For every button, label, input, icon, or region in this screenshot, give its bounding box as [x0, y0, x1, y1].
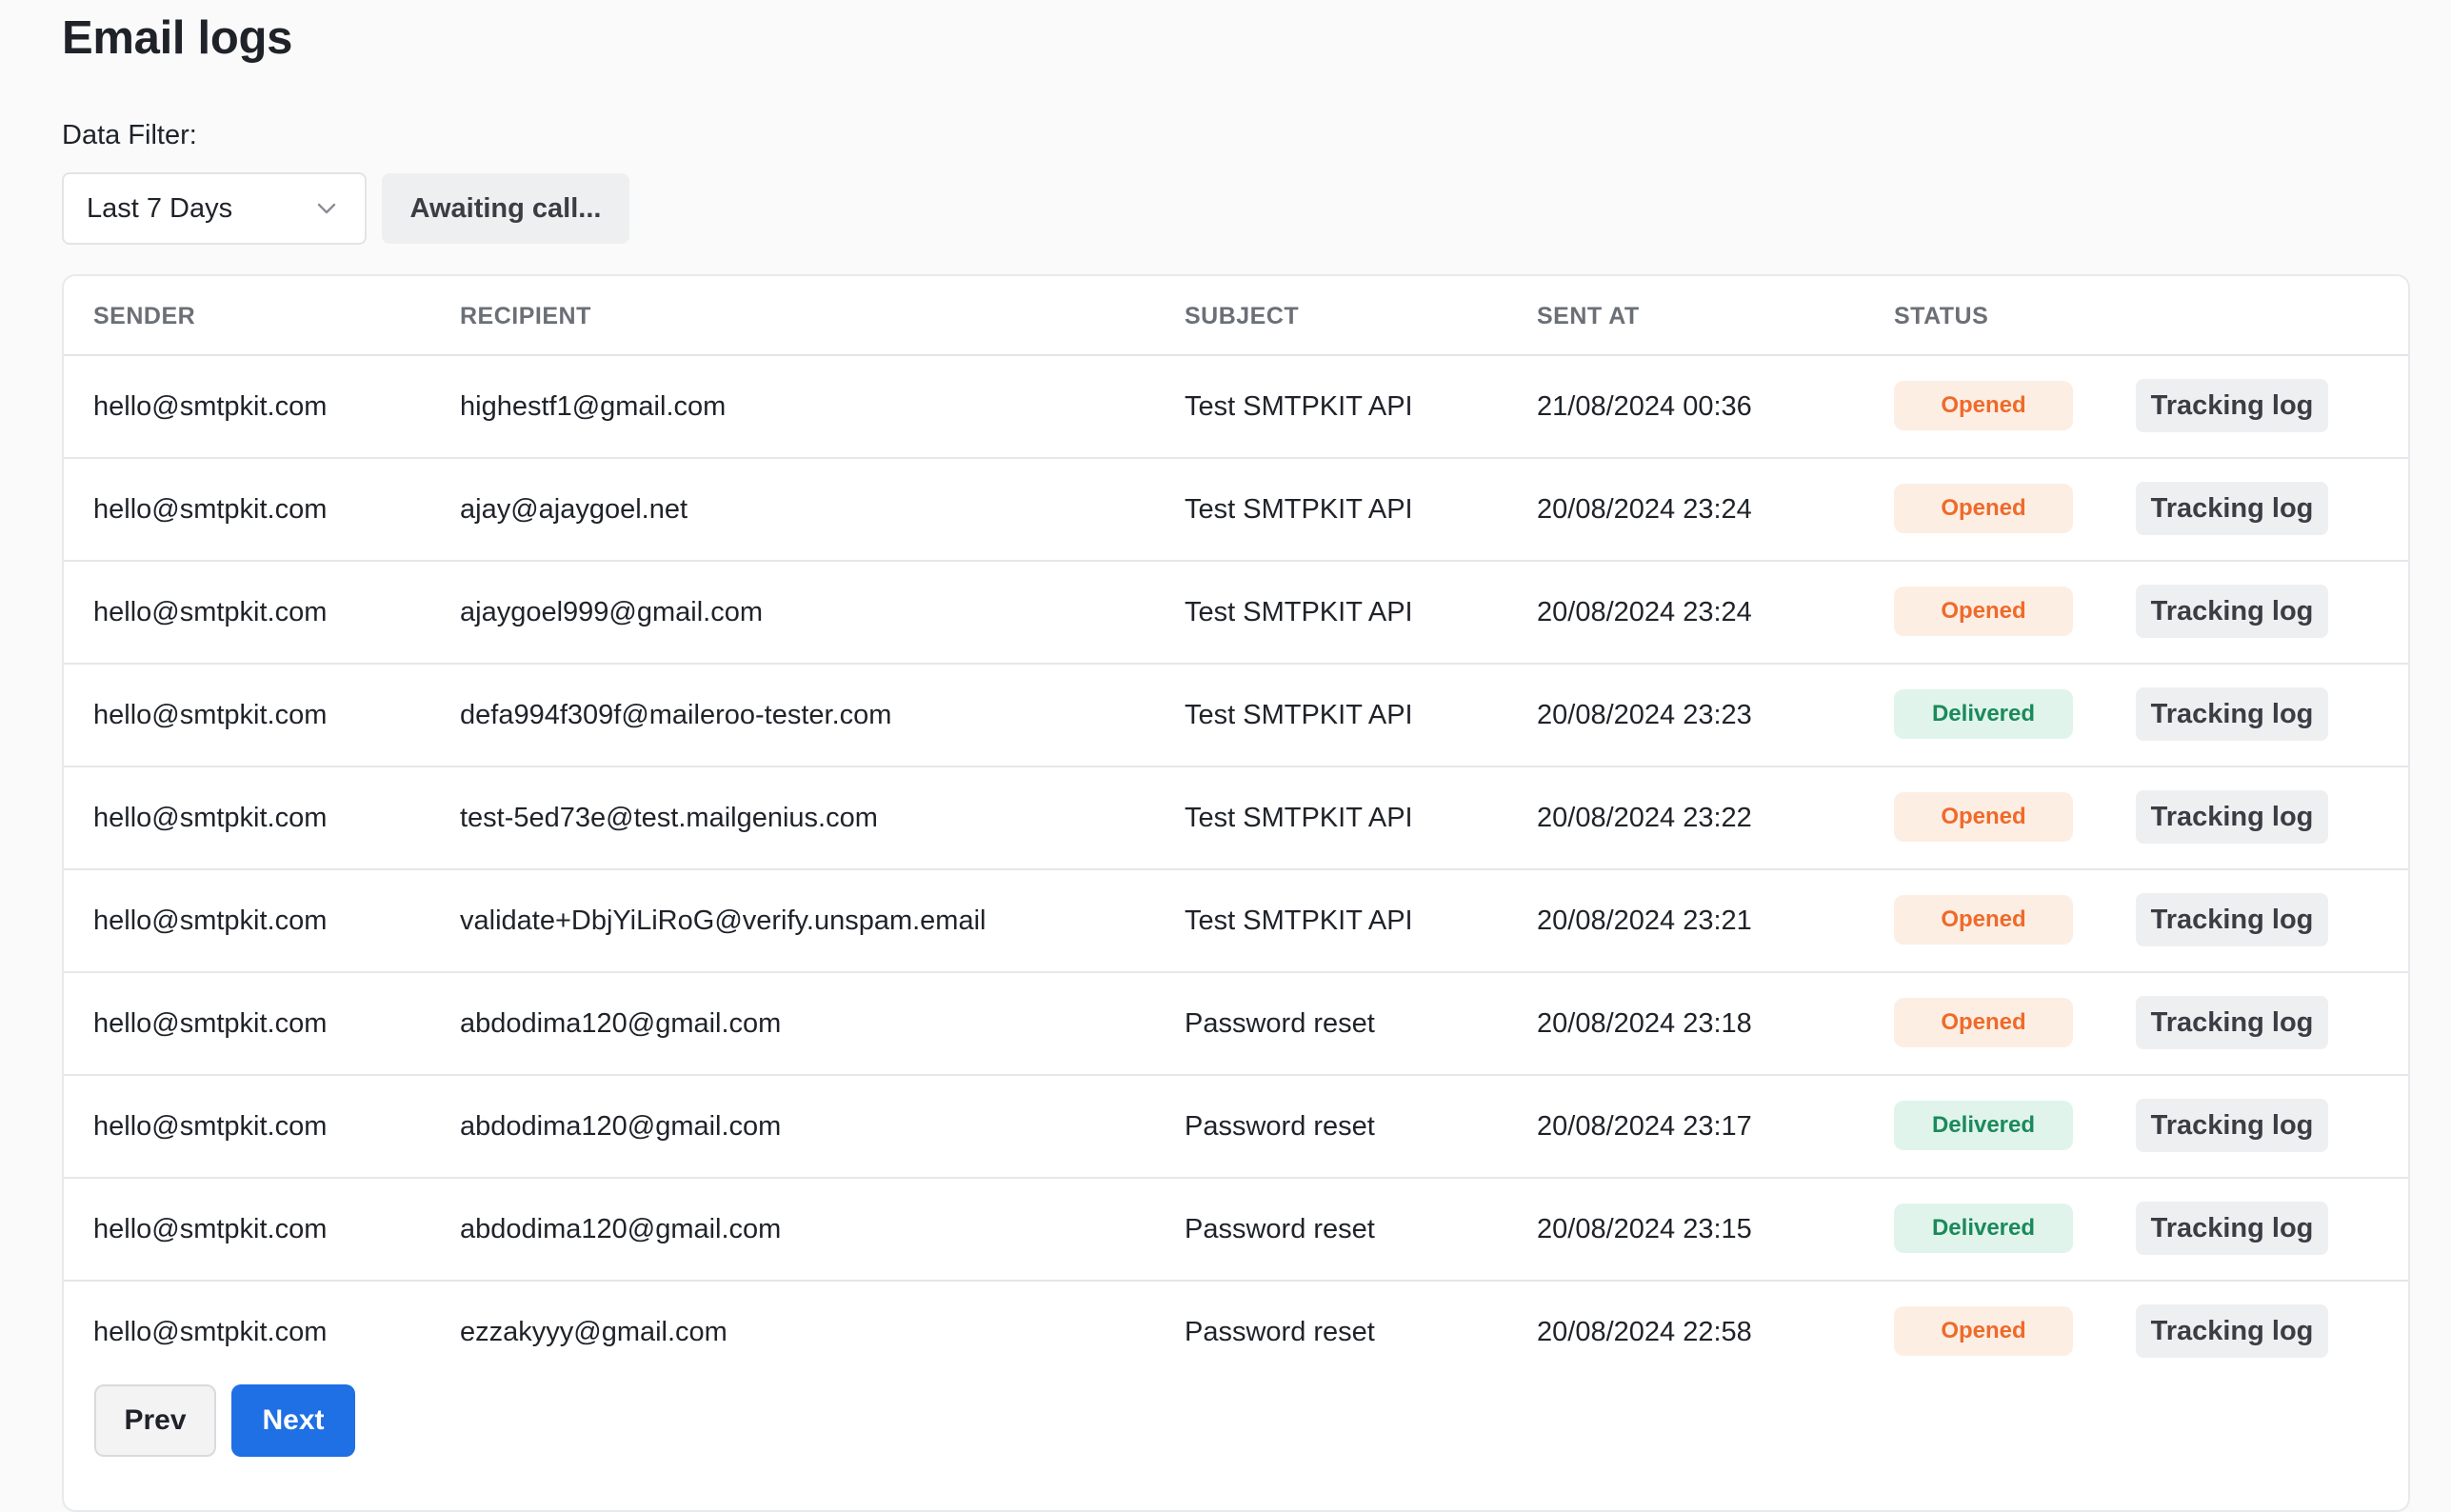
sender-cell: hello@smtpkit.com — [93, 391, 328, 422]
date-range-select-value: Last 7 Days — [87, 192, 233, 224]
recipient-cell: validate+DbjYiLiRoG@verify.unspam.email — [460, 905, 986, 936]
column-header-subject: SUBJECT — [1185, 303, 1300, 329]
table-row: hello@smtpkit.com abdodima120@gmail.com Pa… — [64, 973, 2408, 1076]
subject-cell: Test SMTPKIT API — [1185, 597, 1413, 627]
recipient-cell: ajay@ajaygoel.net — [460, 494, 688, 525]
sender-cell: hello@smtpkit.com — [93, 597, 328, 627]
sent-at-cell: 21/08/2024 00:36 — [1537, 391, 1752, 422]
column-header-status: STATUS — [1894, 303, 1989, 329]
tracking-log-button[interactable]: Tracking log — [2136, 1202, 2328, 1255]
recipient-cell: abdodima120@gmail.com — [460, 1008, 782, 1039]
filter-row: Last 7 Days Awaiting call... — [62, 171, 2410, 246]
subject-cell: Password reset — [1185, 1317, 1375, 1347]
subject-cell: Password reset — [1185, 1214, 1375, 1244]
recipient-cell: abdodima120@gmail.com — [460, 1111, 782, 1142]
data-filter-label: Data Filter: — [62, 120, 197, 150]
tracking-log-button[interactable]: Tracking log — [2136, 893, 2328, 946]
status-badge: Delivered — [1894, 1101, 2073, 1150]
table-row: hello@smtpkit.com abdodima120@gmail.com Pa… — [64, 1076, 2408, 1179]
table-row: hello@smtpkit.com defa994f309f@maileroo-t… — [64, 665, 2408, 767]
tracking-log-button[interactable]: Tracking log — [2136, 482, 2328, 535]
status-badge: Opened — [1894, 895, 2073, 945]
column-header-sender: SENDER — [93, 303, 196, 329]
status-badge: Delivered — [1894, 689, 2073, 739]
recipient-cell: ajaygoel999@gmail.com — [460, 597, 763, 627]
subject-cell: Test SMTPKIT API — [1185, 905, 1413, 936]
sent-at-cell: 20/08/2024 23:24 — [1537, 494, 1752, 525]
sent-at-cell: 20/08/2024 23:18 — [1537, 1008, 1752, 1039]
status-badge: Opened — [1894, 484, 2073, 533]
tracking-log-button[interactable]: Tracking log — [2136, 790, 2328, 844]
sent-at-cell: 20/08/2024 23:24 — [1537, 597, 1752, 627]
tracking-log-button[interactable]: Tracking log — [2136, 687, 2328, 741]
status-badge: Opened — [1894, 998, 2073, 1047]
table-row: hello@smtpkit.com ajay@ajaygoel.net Test S… — [64, 459, 2408, 562]
sent-at-cell: 20/08/2024 23:15 — [1537, 1214, 1752, 1244]
status-badge: Opened — [1894, 381, 2073, 430]
table-row: hello@smtpkit.com ajaygoel999@gmail.com Te… — [64, 562, 2408, 665]
email-logs-table: SENDER RECIPIENT SUBJECT SENT AT STATUS … — [62, 274, 2410, 1512]
sent-at-cell: 20/08/2024 23:23 — [1537, 700, 1752, 730]
column-header-sent-at: SENT AT — [1537, 303, 1640, 329]
sent-at-cell: 20/08/2024 22:58 — [1537, 1317, 1752, 1347]
tracking-log-button[interactable]: Tracking log — [2136, 996, 2328, 1049]
table-header: SENDER RECIPIENT SUBJECT SENT AT STATUS — [64, 276, 2408, 356]
status-badge: Delivered — [1894, 1204, 2073, 1253]
recipient-cell: test-5ed73e@test.mailgenius.com — [460, 803, 878, 833]
subject-cell: Password reset — [1185, 1008, 1375, 1039]
sent-at-cell: 20/08/2024 23:21 — [1537, 905, 1752, 936]
subject-cell: Test SMTPKIT API — [1185, 494, 1413, 525]
status-badge: Opened — [1894, 587, 2073, 636]
table-row: hello@smtpkit.com validate+DbjYiLiRoG@ver… — [64, 870, 2408, 973]
sender-cell: hello@smtpkit.com — [93, 494, 328, 525]
email-logs-page: Email logs Data Filter: Last 7 Days Awai… — [62, 0, 2410, 1512]
date-range-select[interactable]: Last 7 Days — [62, 172, 367, 245]
table-row: hello@smtpkit.com test-5ed73e@test.mailge… — [64, 767, 2408, 870]
tracking-log-button[interactable]: Tracking log — [2136, 585, 2328, 638]
recipient-cell: highestf1@gmail.com — [460, 391, 727, 422]
tracking-log-button[interactable]: Tracking log — [2136, 1099, 2328, 1152]
sender-cell: hello@smtpkit.com — [93, 803, 328, 833]
column-header-recipient: RECIPIENT — [460, 303, 591, 329]
table-row: hello@smtpkit.com ezzakyyy@gmail.com Passw… — [64, 1282, 2408, 1384]
recipient-cell: defa994f309f@maileroo-tester.com — [460, 700, 892, 730]
tracking-log-button[interactable]: Tracking log — [2136, 379, 2328, 432]
sent-at-cell: 20/08/2024 23:17 — [1537, 1111, 1752, 1142]
status-badge: Opened — [1894, 1306, 2073, 1356]
sender-cell: hello@smtpkit.com — [93, 1214, 328, 1244]
next-page-button[interactable]: Next — [231, 1384, 355, 1457]
table-row: hello@smtpkit.com highestf1@gmail.com Test… — [64, 356, 2408, 459]
sender-cell: hello@smtpkit.com — [93, 1317, 328, 1347]
recipient-cell: abdodima120@gmail.com — [460, 1214, 782, 1244]
subject-cell: Test SMTPKIT API — [1185, 700, 1413, 730]
sender-cell: hello@smtpkit.com — [93, 1008, 328, 1039]
sender-cell: hello@smtpkit.com — [93, 700, 328, 730]
prev-page-button[interactable]: Prev — [94, 1384, 216, 1457]
page-title: Email logs — [62, 12, 293, 64]
sent-at-cell: 20/08/2024 23:22 — [1537, 803, 1752, 833]
table-row: hello@smtpkit.com abdodima120@gmail.com Pa… — [64, 1179, 2408, 1282]
sender-cell: hello@smtpkit.com — [93, 905, 328, 936]
subject-cell: Password reset — [1185, 1111, 1375, 1142]
tracking-log-button[interactable]: Tracking log — [2136, 1304, 2328, 1358]
subject-cell: Test SMTPKIT API — [1185, 391, 1413, 422]
recipient-cell: ezzakyyy@gmail.com — [460, 1317, 727, 1347]
awaiting-call-button[interactable]: Awaiting call... — [382, 173, 629, 244]
pagination: Prev Next — [94, 1384, 355, 1457]
table-body: hello@smtpkit.com highestf1@gmail.com Test… — [64, 356, 2408, 1384]
subject-cell: Test SMTPKIT API — [1185, 803, 1413, 833]
status-badge: Opened — [1894, 792, 2073, 842]
sender-cell: hello@smtpkit.com — [93, 1111, 328, 1142]
chevron-down-icon — [317, 203, 336, 214]
